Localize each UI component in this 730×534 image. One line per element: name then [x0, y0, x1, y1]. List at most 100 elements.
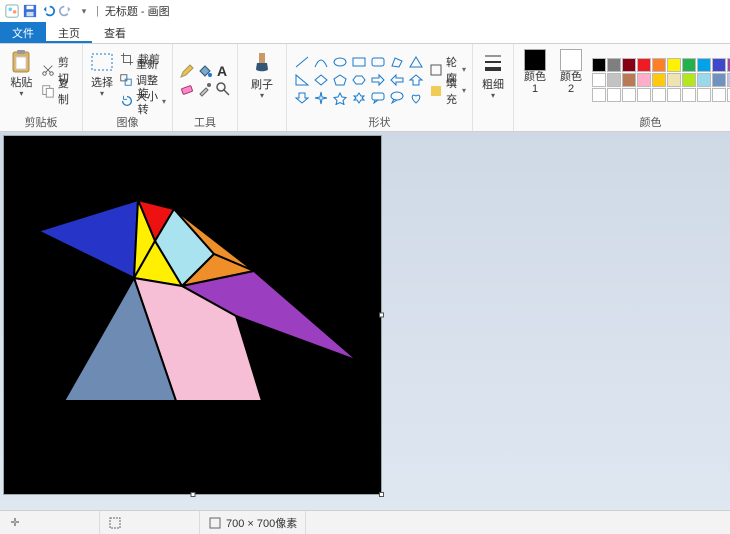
- color-swatch[interactable]: [592, 58, 606, 72]
- outline-icon: [429, 62, 443, 78]
- group-shapes: 轮廓 ▾ 填充 ▾ 形状: [287, 44, 473, 131]
- undo-icon[interactable]: [40, 3, 56, 19]
- canvas-workspace[interactable]: [0, 132, 730, 510]
- color-swatch[interactable]: [667, 58, 681, 72]
- pencil-icon[interactable]: [179, 63, 195, 79]
- save-icon[interactable]: [22, 3, 38, 19]
- shape-arrowl-icon[interactable]: [388, 72, 406, 88]
- shape-arrowd-icon[interactable]: [293, 90, 311, 106]
- brush-label: 刷子: [251, 79, 273, 91]
- resize-handle-se[interactable]: [379, 492, 384, 497]
- ribbon-tabs: 文件 主页 查看: [0, 22, 730, 44]
- tab-home[interactable]: 主页: [46, 22, 92, 43]
- color-swatch[interactable]: [682, 73, 696, 87]
- color-swatch-empty[interactable]: [697, 88, 711, 102]
- color-swatch-empty[interactable]: [682, 88, 696, 102]
- color2-button[interactable]: 颜色 2: [556, 47, 586, 113]
- group-brushes: 刷子 ▾: [238, 44, 287, 131]
- canvas[interactable]: [4, 136, 381, 494]
- shape-star4-icon[interactable]: [312, 90, 330, 106]
- shape-arrowu-icon[interactable]: [407, 72, 425, 88]
- group-brush-label: [244, 117, 280, 130]
- magnifier-icon[interactable]: [215, 81, 231, 97]
- dimensions-icon: [208, 516, 222, 530]
- tab-view[interactable]: 查看: [92, 22, 138, 43]
- shape-pentagon-icon[interactable]: [331, 72, 349, 88]
- shape-arrowr-icon[interactable]: [369, 72, 387, 88]
- fill-icon[interactable]: [197, 63, 213, 79]
- shape-star5-icon[interactable]: [331, 90, 349, 106]
- clipboard-icon: [8, 49, 34, 75]
- tab-file[interactable]: 文件: [0, 22, 46, 43]
- color-swatch-empty[interactable]: [667, 88, 681, 102]
- window-title: 无标题 - 画图: [105, 3, 170, 19]
- chevron-down-icon: ▾: [100, 89, 104, 98]
- shape-triangle-icon[interactable]: [407, 54, 425, 70]
- shape-hexagon-icon[interactable]: [350, 72, 368, 88]
- color-swatch-empty[interactable]: [712, 88, 726, 102]
- shape-star6-icon[interactable]: [350, 90, 368, 106]
- eyedropper-icon[interactable]: [197, 81, 213, 97]
- selection-icon: [108, 516, 122, 530]
- resize-handle-s[interactable]: [190, 492, 195, 497]
- shape-oval-icon[interactable]: [331, 54, 349, 70]
- copy-button[interactable]: 复制: [41, 81, 76, 101]
- brush-button[interactable]: 刷子 ▾: [244, 49, 280, 115]
- color-swatch[interactable]: [637, 73, 651, 87]
- chevron-down-icon: ▾: [491, 91, 495, 100]
- shape-diamond-icon[interactable]: [312, 72, 330, 88]
- status-coords: ✛: [0, 511, 100, 534]
- chevron-down-icon: ▾: [260, 91, 264, 100]
- color1-button[interactable]: 颜色 1: [520, 47, 550, 113]
- color-swatch[interactable]: [622, 58, 636, 72]
- color-swatch[interactable]: [652, 58, 666, 72]
- shape-callout2-icon[interactable]: [388, 90, 406, 106]
- paste-button[interactable]: 粘贴 ▾: [6, 47, 37, 113]
- color-swatch[interactable]: [667, 73, 681, 87]
- color-swatch[interactable]: [652, 73, 666, 87]
- shape-curve-icon[interactable]: [312, 54, 330, 70]
- svg-text:A: A: [217, 63, 227, 79]
- resize-handle-e[interactable]: [379, 313, 384, 318]
- size-button[interactable]: 粗细 ▾: [479, 49, 507, 115]
- color-swatch-empty[interactable]: [652, 88, 666, 102]
- color-swatch[interactable]: [712, 73, 726, 87]
- color-swatch-empty[interactable]: [592, 88, 606, 102]
- shape-polygon-icon[interactable]: [388, 54, 406, 70]
- ribbon: 粘贴 ▾ 剪切 复制 剪贴板: [0, 44, 730, 132]
- shape-heart-icon[interactable]: [407, 90, 425, 106]
- text-icon[interactable]: A: [215, 63, 231, 79]
- color-swatch[interactable]: [622, 73, 636, 87]
- color-swatch-empty[interactable]: [637, 88, 651, 102]
- shape-roundrect-icon[interactable]: [369, 54, 387, 70]
- shapes-gallery[interactable]: [293, 54, 425, 106]
- shape-callout-icon[interactable]: [369, 90, 387, 106]
- color-swatch-empty[interactable]: [622, 88, 636, 102]
- size-label: 粗细: [482, 79, 504, 91]
- qat-customize-icon[interactable]: ▾: [76, 3, 92, 19]
- color-swatch[interactable]: [592, 73, 606, 87]
- shape-rect-icon[interactable]: [350, 54, 368, 70]
- group-shapes-label: 形状: [293, 113, 466, 130]
- color-swatch[interactable]: [712, 58, 726, 72]
- rotate-icon: [119, 93, 135, 109]
- group-tools-label: 工具: [179, 113, 231, 130]
- select-rect-icon: [89, 49, 115, 75]
- shape-rtriangle-icon[interactable]: [293, 72, 311, 88]
- color-swatch[interactable]: [607, 73, 621, 87]
- size-value: 700 × 700像素: [226, 515, 297, 531]
- select-button[interactable]: 选择 ▾: [89, 47, 115, 113]
- group-size-label: [479, 117, 507, 130]
- shape-line-icon[interactable]: [293, 54, 311, 70]
- color-swatch-empty[interactable]: [607, 88, 621, 102]
- eraser-icon[interactable]: [179, 81, 195, 97]
- copy-icon: [41, 83, 55, 99]
- shape-fill-button[interactable]: 填充 ▾: [429, 81, 466, 101]
- color-swatch[interactable]: [697, 73, 711, 87]
- rotate-button[interactable]: 旋转 ▾: [119, 91, 166, 111]
- color-swatch[interactable]: [637, 58, 651, 72]
- color-swatch[interactable]: [697, 58, 711, 72]
- color-swatch[interactable]: [682, 58, 696, 72]
- redo-icon[interactable]: [58, 3, 74, 19]
- color-swatch[interactable]: [607, 58, 621, 72]
